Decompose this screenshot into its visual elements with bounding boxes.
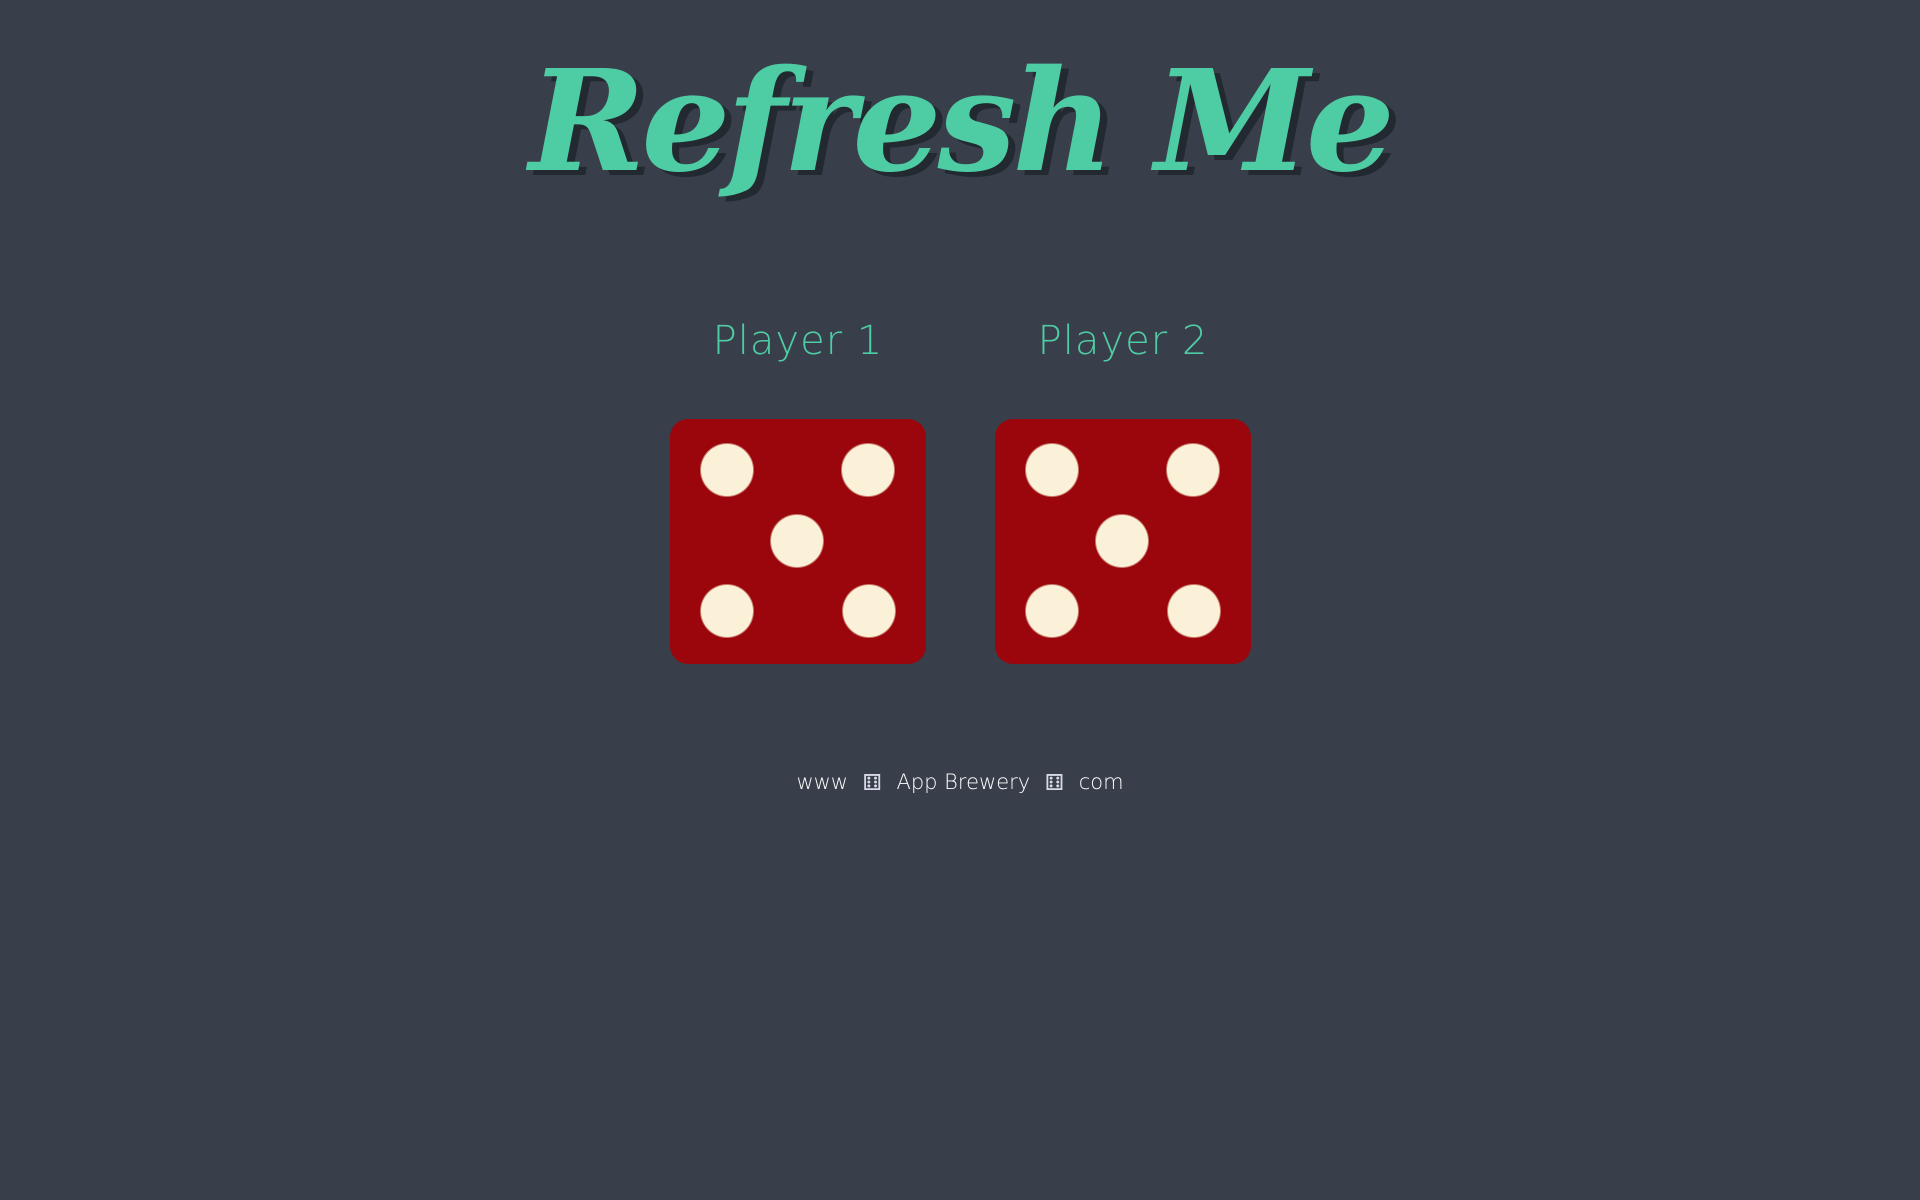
die-pip xyxy=(842,444,894,496)
die-pip xyxy=(1026,585,1078,637)
die-pip xyxy=(1168,585,1220,637)
player-1-die xyxy=(670,419,926,664)
dice-icon: ⚅ xyxy=(1044,771,1064,796)
die-pip xyxy=(1167,444,1219,496)
player-1-label: Player 1 xyxy=(712,318,884,364)
die-pip xyxy=(1096,515,1148,567)
die-pip xyxy=(701,444,753,496)
footer-com: com xyxy=(1078,770,1124,794)
die-pip xyxy=(843,585,895,637)
die-pip xyxy=(701,585,753,637)
footer-www: www xyxy=(796,770,848,794)
die-pip xyxy=(771,515,823,567)
dice-icon: ⚅ xyxy=(862,771,882,796)
player-2-label: Player 2 xyxy=(1037,318,1209,364)
footer: www ⚅ App Brewery ⚅ com xyxy=(0,770,1920,796)
footer-brand: App Brewery xyxy=(896,770,1031,794)
player-2-die xyxy=(995,419,1251,664)
die-pip xyxy=(1026,444,1078,496)
page-title: Refresh Me xyxy=(529,40,1395,204)
